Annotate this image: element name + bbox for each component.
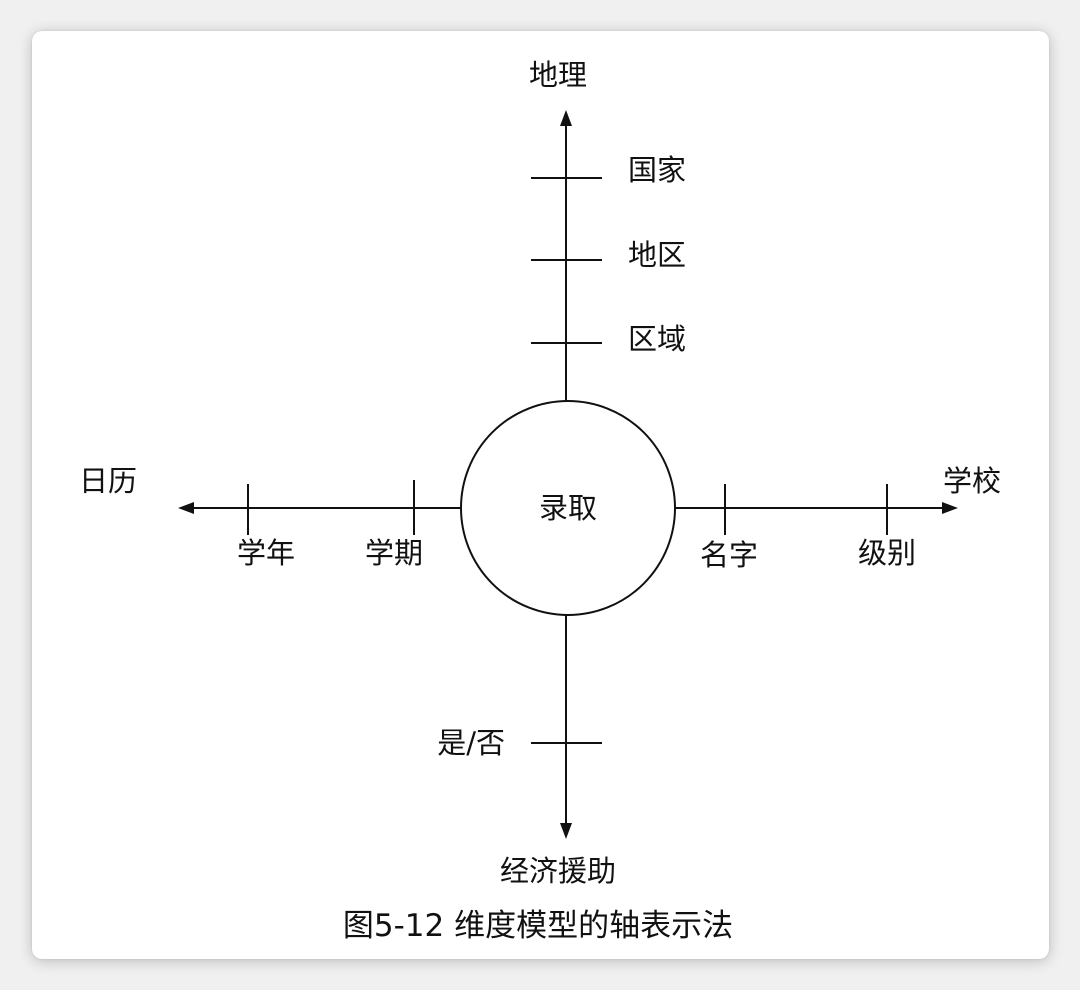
left-level-label-1: 学年 xyxy=(237,536,295,570)
dimension-axis-diagram: 录取 地理 日历 学校 经济援助 国家 地区 区域 是/否 学年 学期 名字 级… xyxy=(79,58,1001,944)
bottom-axis-arrow-icon xyxy=(560,823,572,839)
left-axis-label: 日历 xyxy=(79,464,137,498)
top-axis-label: 地理 xyxy=(529,58,587,92)
right-axis-label: 学校 xyxy=(943,464,1001,498)
center-label: 录取 xyxy=(539,491,597,525)
top-level-label-3: 区域 xyxy=(628,322,686,356)
right-level-label-1: 名字 xyxy=(700,538,758,572)
right-axis-arrow-icon xyxy=(942,502,958,514)
left-axis-arrow-icon xyxy=(178,502,194,514)
top-level-label-2: 地区 xyxy=(628,238,686,272)
figure-card: 录取 地理 日历 学校 经济援助 国家 地区 区域 是/否 学年 学期 名字 级… xyxy=(32,31,1049,959)
top-axis-arrow-icon xyxy=(560,110,572,126)
right-level-label-2: 级别 xyxy=(858,536,916,570)
bottom-level-label-1: 是/否 xyxy=(437,726,505,760)
bottom-axis-label: 经济援助 xyxy=(500,854,616,888)
top-level-label-1: 国家 xyxy=(628,153,686,187)
figure-caption: 图5-12 维度模型的轴表示法 xyxy=(343,908,733,944)
left-level-label-2: 学期 xyxy=(365,536,423,570)
